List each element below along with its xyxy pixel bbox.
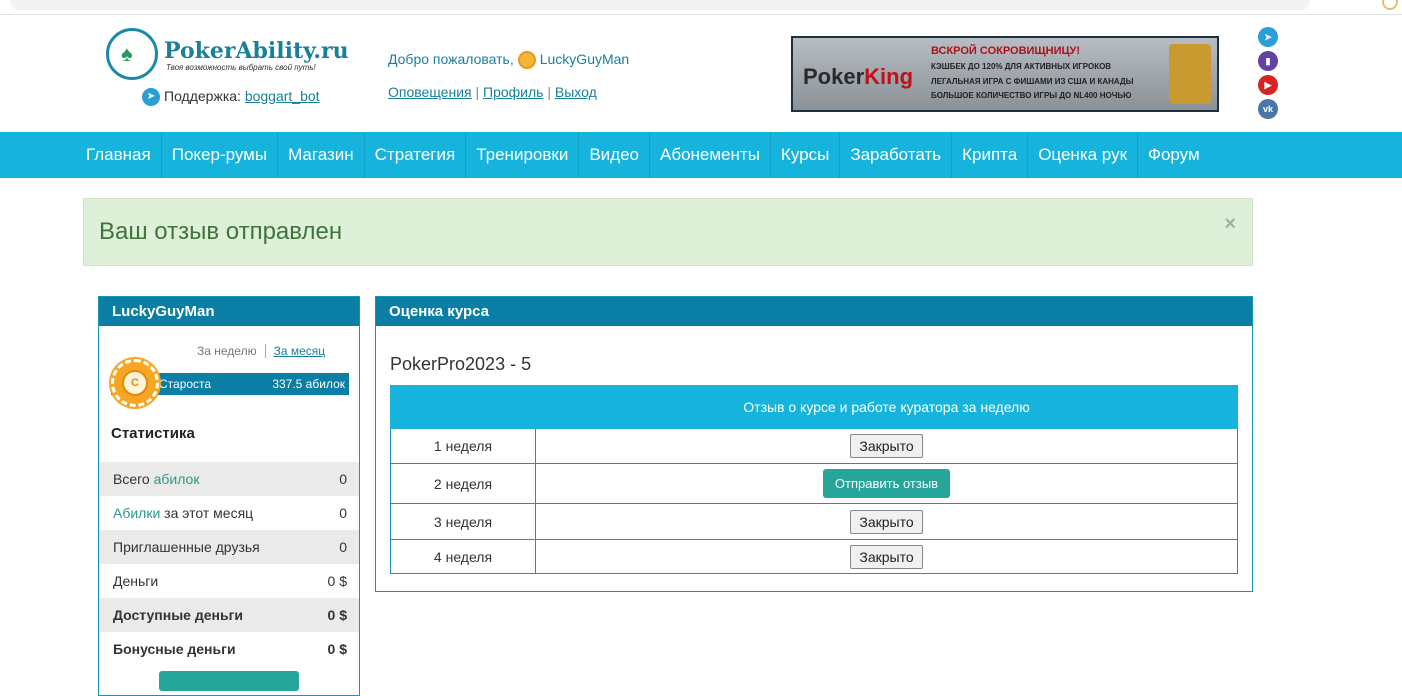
username[interactable]: LuckyGuyMan bbox=[540, 51, 629, 67]
stat-label: Бонусные деньги bbox=[113, 641, 236, 657]
nav-item-poker-rooms[interactable]: Покер-румы bbox=[160, 132, 277, 178]
logo-tagline: Твоя возможность выбрать свой путь! bbox=[166, 63, 316, 72]
nav-item-shop[interactable]: Магазин bbox=[277, 132, 364, 178]
banner-brand: PokerKing bbox=[803, 64, 914, 89]
week-label: 4 неделя bbox=[390, 539, 536, 574]
profile-link[interactable]: Профиль bbox=[483, 84, 543, 100]
nav-item-crypto[interactable]: Крипта bbox=[951, 132, 1027, 178]
vk-icon[interactable]: vk bbox=[1258, 99, 1278, 119]
send-review-button[interactable]: Отправить отзыв bbox=[822, 469, 951, 498]
coin-icon bbox=[517, 51, 536, 70]
week-label: 3 неделя bbox=[390, 503, 536, 540]
logo-emblem-icon: ♠ bbox=[106, 28, 158, 80]
abilki-link[interactable]: Абилки bbox=[113, 505, 160, 521]
table-row: 3 неделя Закрыто bbox=[390, 503, 1238, 540]
treasure-chest-icon bbox=[1169, 44, 1211, 104]
rank-name: Староста bbox=[159, 377, 212, 391]
pokerking-banner[interactable]: PokerKing ВСКРОЙ СОКРОВИЩНИЦУ! КЭШБЕК ДО… bbox=[791, 36, 1219, 112]
stat-value: 0 bbox=[339, 505, 347, 521]
period-tabs: За неделю За месяц bbox=[197, 344, 325, 358]
stat-value: 0 $ bbox=[327, 607, 347, 623]
table-header-week bbox=[390, 385, 536, 429]
stat-row-bonus: Бонусные деньги 0 $ bbox=[99, 632, 359, 666]
table-row: 1 неделя Закрыто bbox=[390, 428, 1238, 464]
tab-month[interactable]: За месяц bbox=[266, 344, 326, 358]
success-alert: Ваш отзыв отправлен × bbox=[83, 198, 1253, 266]
stat-value: 0 $ bbox=[327, 641, 347, 657]
stat-label: Доступные деньги bbox=[113, 607, 244, 623]
support-label: Поддержка: bbox=[164, 88, 241, 104]
nav-item-courses[interactable]: Курсы bbox=[769, 132, 839, 178]
nav-item-video[interactable]: Видео bbox=[578, 132, 649, 178]
stat-label: Приглашенные друзья bbox=[113, 539, 260, 555]
course-review-panel: Оценка курса PokerPro2023 - 5 Отзыв о ку… bbox=[375, 296, 1253, 592]
telegram-icon: ➤ bbox=[142, 88, 160, 107]
nav-item-strategy[interactable]: Стратегия bbox=[363, 132, 466, 178]
main-nav: Главная Покер-румы Магазин Стратегия Тре… bbox=[0, 132, 1402, 178]
stat-row-month: Абилки за этот месяц 0 bbox=[99, 496, 359, 530]
tab-week[interactable]: За неделю bbox=[197, 344, 266, 358]
welcome-line: Добро пожаловать, LuckyGuyMan bbox=[388, 51, 629, 70]
rank-value: 337.5 абилок bbox=[272, 377, 345, 391]
week-label: 2 неделя bbox=[390, 463, 536, 504]
week-label: 1 неделя bbox=[390, 428, 536, 464]
notifications-link[interactable]: Оповещения bbox=[388, 84, 472, 100]
sidebar-title: LuckyGuyMan bbox=[99, 297, 359, 326]
stats-title: Статистика bbox=[111, 425, 195, 442]
banner-line: БОЛЬШОЕ КОЛИЧЕСТВО ИГРЫ ДО NL400 НОЧЬЮ bbox=[931, 91, 1132, 100]
nav-item-earn[interactable]: Заработать bbox=[839, 132, 951, 178]
nav-item-forum[interactable]: Форум bbox=[1137, 132, 1210, 178]
stat-label: Деньги bbox=[113, 573, 159, 589]
table-row: 4 неделя Закрыто bbox=[390, 539, 1238, 574]
telegram-icon[interactable]: ➤ bbox=[1258, 27, 1278, 47]
support-line: ➤ Поддержка: boggart_bot bbox=[142, 88, 320, 107]
site-logo[interactable]: ♠ PokerAbility.ru Твоя возможность выбра… bbox=[106, 28, 349, 88]
course-title: PokerPro2023 - 5 bbox=[390, 354, 532, 374]
nav-item-trainings[interactable]: Тренировки bbox=[465, 132, 578, 178]
browser-top-strip bbox=[0, 0, 1402, 15]
address-bar[interactable] bbox=[10, 0, 1310, 10]
twitch-icon[interactable]: ▮ bbox=[1258, 51, 1278, 71]
stat-row-available: Доступные деньги 0 $ bbox=[99, 598, 359, 632]
stat-label: Всего bbox=[113, 471, 154, 487]
browser-extension-icon[interactable] bbox=[1382, 0, 1398, 10]
logout-link[interactable]: Выход bbox=[555, 84, 597, 100]
stat-row-total: Всего абилок 0 bbox=[99, 462, 359, 496]
table-row: 2 неделя Отправить отзыв bbox=[390, 463, 1238, 504]
closed-button[interactable]: Закрыто bbox=[850, 509, 923, 534]
weeks-table: Отзыв о курсе и работе куратора за недел… bbox=[390, 385, 1238, 574]
nav-item-home[interactable]: Главная bbox=[76, 132, 161, 178]
nav-item-hand-review[interactable]: Оценка рук bbox=[1027, 132, 1137, 178]
closed-button[interactable]: Закрыто bbox=[850, 544, 923, 569]
banner-headline: ВСКРОЙ СОКРОВИЩНИЦУ! bbox=[931, 45, 1081, 57]
rank-letter: C bbox=[122, 370, 148, 396]
user-sidebar: LuckyGuyMan За неделю За месяц Староста 3… bbox=[98, 296, 360, 696]
stat-value: 0 $ bbox=[327, 573, 347, 589]
support-bot-link[interactable]: boggart_bot bbox=[245, 88, 320, 104]
user-links: Оповещения | Профиль | Выход bbox=[388, 84, 597, 100]
close-icon[interactable]: × bbox=[1224, 213, 1236, 236]
stat-row-friends: Приглашенные друзья 0 bbox=[99, 530, 359, 564]
logo-title: PokerAbility.ru bbox=[164, 38, 349, 64]
stat-value: 0 bbox=[339, 471, 347, 487]
alert-message: Ваш отзыв отправлен bbox=[99, 218, 343, 245]
stat-row-money: Деньги 0 $ bbox=[99, 564, 359, 598]
stats-list: Всего абилок 0 Абилки за этот месяц 0 Пр… bbox=[99, 462, 359, 666]
nav-item-subscriptions[interactable]: Абонементы bbox=[649, 132, 770, 178]
closed-button[interactable]: Закрыто bbox=[850, 434, 923, 458]
banner-line: ЛЕГАЛЬНАЯ ИГРА С ФИШАМИ ИЗ США И КАНАДЫ bbox=[931, 77, 1134, 86]
banner-line: КЭШБЕК ДО 120% ДЛЯ АКТИВНЫХ ИГРОКОВ bbox=[931, 62, 1112, 71]
stat-label: за этот месяц bbox=[160, 505, 254, 521]
table-header-review: Отзыв о курсе и работе куратора за недел… bbox=[535, 385, 1238, 429]
panel-title: Оценка курса bbox=[376, 297, 1252, 326]
welcome-text: Добро пожаловать, bbox=[388, 51, 514, 67]
stat-value: 0 bbox=[339, 539, 347, 555]
sidebar-action-button[interactable] bbox=[159, 671, 299, 691]
rank-chip-icon: C bbox=[111, 359, 159, 407]
abilki-link[interactable]: абилок bbox=[154, 471, 200, 487]
youtube-icon[interactable]: ▶ bbox=[1258, 75, 1278, 95]
